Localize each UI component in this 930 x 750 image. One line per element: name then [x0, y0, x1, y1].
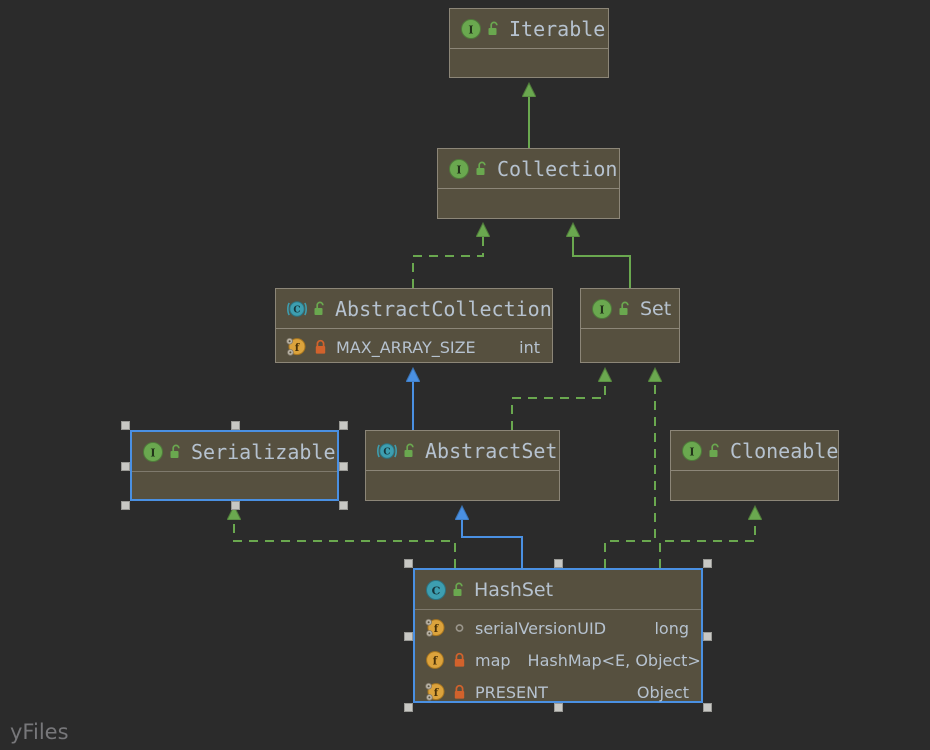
svg-text:I: I [468, 23, 473, 36]
svg-text:I: I [456, 163, 461, 176]
node-body-iterable [450, 49, 608, 81]
edge-hashset-to-abstractset[interactable] [462, 519, 523, 568]
node-body-set [581, 329, 679, 361]
public-unlocked-icon [487, 21, 500, 37]
resize-handle-hashset-4[interactable] [703, 631, 712, 641]
public-unlocked-icon [169, 444, 182, 460]
edge-abstractset-to-set[interactable] [511, 381, 605, 430]
uml-node-set[interactable]: I Set [580, 288, 680, 363]
member-row[interactable]: f map HashMap<E, Object> [415, 644, 701, 676]
node-title-serializable: Serializable [191, 439, 336, 464]
uml-node-hashset[interactable]: C HashSet f serialVersionUID long f map HashMap… [413, 568, 703, 703]
node-header-cloneable: I Cloneable [671, 431, 838, 471]
resize-handle-serializable-5[interactable] [121, 501, 130, 510]
public-unlocked-icon [708, 443, 721, 459]
edge-abstractcollection-to-collection[interactable] [412, 236, 483, 288]
node-header-abstractcollection: C AbstractCollection [276, 289, 552, 329]
node-header-abstractset: C AbstractSet [366, 431, 559, 471]
static-field-icon: f [425, 618, 445, 638]
uml-node-abstractcollection[interactable]: C AbstractCollection f MAX_ARRAY_SIZE int [275, 288, 553, 363]
member-name: serialVersionUID [475, 618, 607, 638]
private-locked-icon [453, 652, 466, 668]
svg-text:C: C [293, 305, 300, 315]
interface-icon: I [681, 440, 703, 462]
public-unlocked-icon [475, 161, 488, 177]
uml-node-cloneable[interactable]: I Cloneable [670, 430, 839, 501]
interface-icon: I [448, 158, 470, 180]
uml-node-collection[interactable]: I Collection [437, 148, 620, 219]
edge-set-to-collection[interactable] [573, 236, 631, 288]
resize-handle-hashset-0[interactable] [404, 559, 413, 568]
abstract-class-icon: C [376, 440, 398, 462]
public-unlocked-icon [618, 301, 631, 317]
node-body-serializable [132, 472, 337, 504]
resize-handle-serializable-4[interactable] [339, 461, 348, 471]
uml-node-serializable[interactable]: I Serializable [130, 430, 339, 501]
svg-text:I: I [150, 446, 155, 459]
package-private-icon [453, 620, 466, 636]
resize-handle-serializable-1[interactable] [230, 421, 240, 430]
member-type: int [519, 337, 540, 357]
member-name: MAX_ARRAY_SIZE [336, 337, 476, 357]
resize-handle-serializable-7[interactable] [339, 501, 348, 510]
member-type: long [654, 618, 689, 638]
static-field-icon: f [425, 682, 445, 702]
node-body-abstractcollection: f MAX_ARRAY_SIZE int [276, 329, 552, 365]
abstract-class-icon: C [286, 298, 308, 320]
node-body-cloneable [671, 471, 838, 503]
resize-handle-hashset-2[interactable] [703, 559, 712, 568]
resize-handle-hashset-5[interactable] [404, 703, 413, 712]
node-body-abstractset [366, 471, 559, 503]
node-body-hashset: f serialVersionUID long f map HashMap<E, Obje… [415, 610, 701, 710]
public-unlocked-icon [313, 301, 326, 317]
node-header-serializable: I Serializable [132, 432, 337, 472]
interface-icon: I [591, 298, 613, 320]
resize-handle-hashset-1[interactable] [554, 559, 563, 568]
node-title-set: Set [640, 297, 672, 320]
yfiles-watermark: yFiles [10, 720, 69, 744]
member-row[interactable]: f MAX_ARRAY_SIZE int [276, 331, 552, 363]
member-type: Object [636, 682, 689, 702]
field-icon: f [425, 650, 445, 670]
node-header-collection: I Collection [438, 149, 619, 189]
resize-handle-hashset-3[interactable] [404, 631, 413, 641]
private-locked-icon [453, 684, 466, 700]
svg-text:I: I [689, 445, 694, 458]
member-name: map [475, 650, 511, 670]
resize-handle-serializable-6[interactable] [230, 501, 240, 510]
class-icon: C [425, 579, 447, 601]
diagram-canvas[interactable]: I Iterable I Collection C AbstractCollection f… [0, 0, 930, 750]
resize-handle-serializable-3[interactable] [121, 461, 130, 471]
node-title-cloneable: Cloneable [730, 438, 839, 463]
node-header-set: I Set [581, 289, 679, 329]
resize-handle-hashset-6[interactable] [554, 703, 563, 712]
node-title-abstractset: AbstractSet [425, 438, 558, 463]
uml-node-iterable[interactable]: I Iterable [449, 8, 609, 78]
node-title-abstractcollection: AbstractCollection [335, 296, 552, 321]
private-locked-icon [314, 339, 327, 355]
interface-icon: I [460, 18, 482, 40]
public-unlocked-icon [452, 582, 465, 598]
member-row[interactable]: f serialVersionUID long [415, 612, 701, 644]
svg-text:C: C [432, 584, 441, 597]
public-unlocked-icon [403, 443, 416, 459]
resize-handle-hashset-7[interactable] [703, 703, 712, 712]
node-header-hashset: C HashSet [415, 570, 701, 610]
edge-hashset-to-serializable[interactable] [234, 519, 456, 568]
node-title-iterable: Iterable [509, 16, 606, 41]
node-body-collection [438, 189, 619, 221]
node-header-iterable: I Iterable [450, 9, 608, 49]
node-title-collection: Collection [497, 156, 618, 181]
uml-node-abstractset[interactable]: C AbstractSet [365, 430, 560, 501]
svg-text:I: I [599, 303, 604, 316]
interface-icon: I [142, 441, 164, 463]
static-field-icon: f [286, 337, 306, 357]
member-name: PRESENT [475, 682, 548, 702]
resize-handle-serializable-0[interactable] [121, 421, 130, 430]
svg-text:C: C [383, 447, 390, 457]
node-title-hashset: HashSet [474, 578, 554, 601]
member-type: HashMap<E, Object> [527, 650, 701, 670]
resize-handle-serializable-2[interactable] [339, 421, 348, 430]
edge-hashset-to-set[interactable] [604, 381, 655, 568]
